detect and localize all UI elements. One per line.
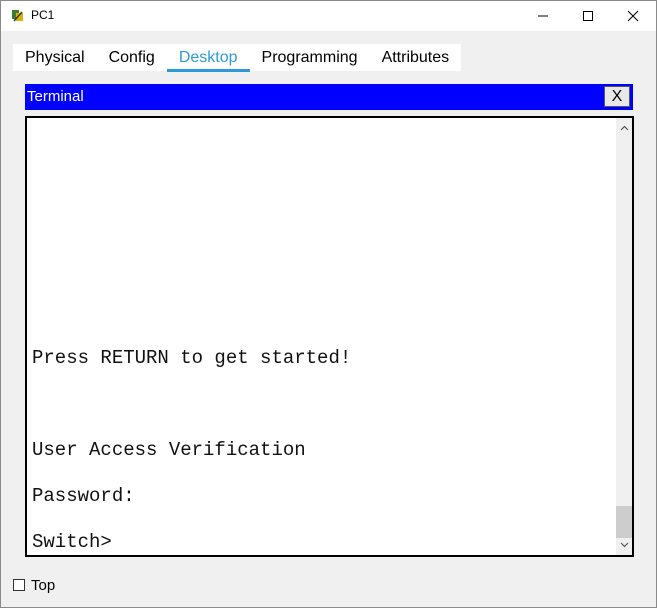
close-window-button[interactable] (610, 1, 656, 31)
minimize-button[interactable] (520, 1, 566, 31)
pc-app-icon (12, 10, 23, 22)
tab-programming[interactable]: Programming (250, 44, 370, 71)
tab-physical[interactable]: Physical (13, 44, 97, 71)
tab-config[interactable]: Config (97, 44, 167, 71)
tab-desktop[interactable]: Desktop (166, 44, 250, 72)
terminal-line: Press RETURN to get started! (32, 347, 352, 369)
scroll-thumb[interactable] (616, 506, 632, 538)
terminal-close-button[interactable]: X (604, 86, 630, 107)
terminal-output[interactable]: Press RETURN to get started! User Access… (25, 116, 634, 557)
terminal-line: Switch> (32, 531, 112, 553)
terminal-scrollbar[interactable] (616, 118, 632, 555)
scroll-down-button[interactable] (616, 537, 632, 553)
tab-attributes[interactable]: Attributes (370, 44, 462, 71)
maximize-button[interactable] (565, 1, 611, 31)
terminal-line: Password: (32, 485, 135, 507)
terminal-header: Terminal X (25, 84, 633, 110)
window-title: PC1 (31, 8, 55, 22)
chevron-down-icon (620, 542, 628, 548)
minimize-icon (538, 15, 548, 17)
app-window: PC1 Physical Config Desktop Programming … (0, 0, 657, 608)
chevron-up-icon (620, 125, 628, 131)
close-icon (627, 10, 639, 22)
title-bar[interactable]: PC1 (1, 1, 656, 31)
scroll-up-button[interactable] (616, 120, 632, 136)
terminal-line: User Access Verification (32, 439, 306, 461)
top-checkbox-label: Top (31, 577, 56, 594)
tab-bar: Physical Config Desktop Programming Attr… (13, 44, 462, 72)
top-checkbox[interactable] (13, 579, 25, 591)
maximize-icon (583, 11, 593, 21)
terminal-title: Terminal (27, 88, 84, 105)
